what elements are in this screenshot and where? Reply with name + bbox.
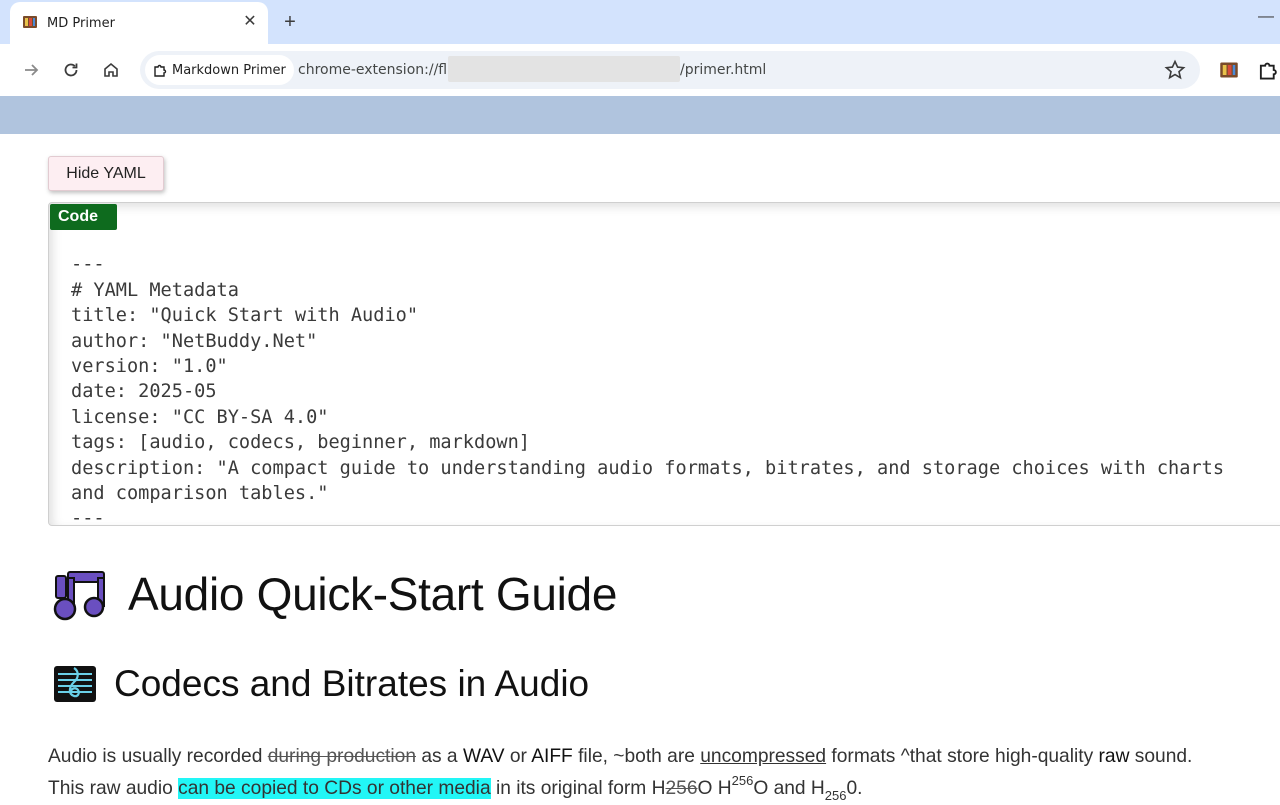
code-lines: --- # YAML Metadata title: "Quick Start wi… xyxy=(71,227,1225,526)
text-run: O H xyxy=(697,778,732,799)
tab-strip: MD Primer ✕ + — xyxy=(0,0,1280,44)
bold-text: WAV xyxy=(462,746,505,767)
minimize-button[interactable]: — xyxy=(1258,8,1274,26)
yaml-code-block: Code --- # YAML Metadata title: "Quick Sta… xyxy=(48,202,1280,526)
text-run: O and H xyxy=(753,778,825,799)
bold-text: AIFF xyxy=(531,746,573,767)
bold-text: raw xyxy=(1098,746,1130,767)
home-icon xyxy=(104,62,118,77)
page-title: Audio Quick-Start Guide xyxy=(52,562,617,626)
code-line: date: 2025-05 xyxy=(71,381,217,403)
code-line: version: "1.0" xyxy=(71,356,228,378)
highlighted-text: can be copied to CDs or other media xyxy=(178,778,491,799)
tab-active[interactable]: MD Primer ✕ xyxy=(10,2,268,44)
extension-chip[interactable]: Markdown Primer xyxy=(145,55,294,85)
text-run: or xyxy=(504,746,532,767)
code-line: description: "A compact guide to underst… xyxy=(71,457,1225,479)
h2-text: Codecs and Bitrates in Audio xyxy=(114,663,590,704)
text-run: file, ~both are xyxy=(572,746,701,767)
code-line: license: "CC BY-SA 4.0" xyxy=(71,406,329,428)
forward-button[interactable] xyxy=(19,58,43,82)
text-run: 0. xyxy=(846,778,863,799)
tab-close-icon[interactable]: ✕ xyxy=(240,12,260,32)
code-line: author: "NetBuddy.Net" xyxy=(71,330,318,352)
arrow-right-icon xyxy=(25,64,39,76)
page-banner xyxy=(0,96,1280,134)
musical-score-icon xyxy=(54,666,96,702)
code-line: tags: [audio, codecs, beginner, markdown… xyxy=(71,432,530,454)
text-run: formats ^that store high-quality xyxy=(826,746,1099,767)
new-tab-button[interactable]: + xyxy=(278,10,302,34)
code-line: --- xyxy=(71,254,105,276)
address-bar[interactable]: Markdown Primer chrome-extension://fl /p… xyxy=(140,51,1200,89)
hide-yaml-button[interactable]: Hide YAML xyxy=(48,156,164,191)
music-notes-icon xyxy=(53,571,105,621)
bookmark-star-icon[interactable] xyxy=(1164,59,1186,81)
strikethrough-text: during production xyxy=(267,746,416,767)
extension-book-icon xyxy=(1220,62,1238,78)
extensions-menu-button[interactable] xyxy=(1256,58,1280,82)
section-heading: Codecs and Bitrates in Audio xyxy=(52,660,589,708)
paragraph-line-1: Audio is usually recorded during product… xyxy=(48,741,1280,773)
extension-book-icon xyxy=(23,16,37,28)
text-run: sound. xyxy=(1129,746,1193,767)
home-button[interactable] xyxy=(99,58,123,82)
paragraph-line-2: This raw audio can be copied to CDs or o… xyxy=(48,773,1280,805)
strikethrough-text: 256 xyxy=(665,778,698,799)
puzzle-icon xyxy=(1259,62,1277,80)
browser-toolbar: Markdown Primer chrome-extension://fl /p… xyxy=(0,44,1280,96)
puzzle-icon xyxy=(154,64,167,77)
extension-action-button[interactable] xyxy=(1217,58,1241,82)
code-line: and comparison tables." xyxy=(71,483,329,505)
text-run: in its original form H xyxy=(490,778,666,799)
url-prefix: chrome-extension://fl xyxy=(298,62,448,78)
url-redaction xyxy=(448,56,680,82)
text-run: as a xyxy=(416,746,463,767)
body-paragraph: Audio is usually recorded during product… xyxy=(48,741,1280,805)
extension-chip-label: Markdown Primer xyxy=(172,62,286,78)
reload-icon xyxy=(64,63,78,77)
text-run: This raw audio xyxy=(48,778,179,799)
underlined-text: uncompressed xyxy=(700,746,827,767)
tab-title: MD Primer xyxy=(47,16,115,31)
text-run: Audio is usually recorded xyxy=(48,746,268,767)
reload-button[interactable] xyxy=(59,58,83,82)
h1-text: Audio Quick-Start Guide xyxy=(128,568,618,620)
code-line: --- xyxy=(71,508,105,526)
code-line: title: "Quick Start with Audio" xyxy=(71,305,419,327)
code-line: # YAML Metadata xyxy=(71,279,239,301)
superscript-text: 256 xyxy=(731,773,754,788)
url-suffix: /primer.html xyxy=(680,62,767,78)
subscript-text: 256 xyxy=(824,788,847,803)
